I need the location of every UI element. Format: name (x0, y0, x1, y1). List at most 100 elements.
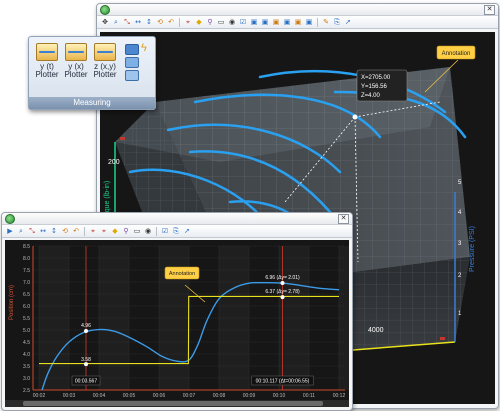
table-icon[interactable] (125, 44, 139, 55)
y-tick-label: 6.0 (23, 304, 30, 310)
marker-icon[interactable]: ⌖ (99, 227, 109, 236)
cursor-select-icon[interactable]: ⌖ (183, 18, 193, 27)
cube-front-icon[interactable]: ▣ (249, 18, 259, 27)
x-tick-label: 00:05 (123, 393, 136, 399)
play-icon[interactable]: ▶ (5, 227, 15, 236)
toolbar: ✥ ⌕ ⤡ ↔ ↕ ⟲ ↶ ⌖ ◆ ⚲ ▭ ◉ ☑ ▣ ▣ ▣ ▣ ▣ ▣ ✎ … (97, 16, 498, 29)
checklist-icon[interactable]: ☑ (238, 18, 248, 27)
cube-iso-icon[interactable]: ▣ (304, 18, 314, 27)
toolbar: ▶ ⌕ ⤡ ↔ ↕ ⟲ ↶ ⌖ ⌖ ◆ ⚲ ▭ ◉ ☑ ⎘ ➚ (2, 225, 352, 238)
cursor-1-time-label: 00:03.567 (71, 375, 101, 386)
y-tick-label: 200 (108, 159, 120, 166)
annotation-text: Annotation (442, 51, 471, 57)
annotation-text: Annotation (169, 271, 195, 277)
app-icon (100, 5, 110, 15)
view-icon[interactable]: ▭ (132, 227, 142, 236)
cube-top-icon[interactable]: ▣ (293, 18, 303, 27)
tooltip-z: Z=4.00 (361, 93, 381, 99)
marker-point (84, 328, 89, 333)
annotation-icon[interactable]: ▭ (216, 18, 226, 27)
y-tick-label: 5.0 (23, 328, 30, 334)
pan-icon[interactable]: ⤡ (27, 227, 37, 236)
tooltip-x: X=2705.00 (361, 75, 391, 81)
x-tick-label: 00:09 (243, 393, 256, 399)
copy-icon[interactable]: ⎘ (171, 227, 181, 236)
svg-text:00:10.117 (Δt=00:06.55): 00:10.117 (Δt=00:06.55) (256, 379, 310, 385)
group-label: Measuring (29, 97, 155, 109)
list-icon[interactable] (125, 57, 139, 68)
zoom-x-icon[interactable]: ↔ (38, 227, 48, 236)
x-tick-label: 00:02 (33, 393, 46, 399)
view-icon[interactable]: ◉ (227, 18, 237, 27)
marker-value-label: 3.58 (81, 357, 91, 363)
y-tick-label: 4.0 (23, 352, 30, 358)
x-tick-label: 00:07 (183, 393, 196, 399)
zoom-y-icon[interactable]: ↕ (144, 18, 154, 27)
palette-icon[interactable]: ☑ (160, 227, 170, 236)
undo-icon[interactable]: ↶ (71, 227, 81, 236)
link-icon[interactable]: ◆ (110, 227, 120, 236)
marker-point (280, 280, 285, 285)
zoom-y-icon[interactable]: ↕ (49, 227, 59, 236)
marker-icon[interactable]: ◆ (194, 18, 204, 27)
marker-value-label: 4.96 (81, 323, 91, 329)
pointer-icon[interactable]: ➚ (182, 227, 192, 236)
pan-icon[interactable]: ⤡ (122, 18, 132, 27)
yx-plotter-icon (65, 43, 87, 61)
title-bar: ✕ (2, 213, 352, 225)
undo-icon[interactable]: ↶ (166, 18, 176, 27)
horizontal-scrollbar-thumb[interactable] (23, 401, 323, 406)
marker-value-label: 6.96 (Δy= 2.01) (265, 275, 300, 281)
line-plot-window: ✕ ▶ ⌕ ⤡ ↔ ↕ ⟲ ↶ ⌖ ⌖ ◆ ⚲ ▭ ◉ ☑ ⎘ ➚ 8.5 8.0… (1, 212, 353, 411)
separator (84, 226, 85, 236)
separator (156, 226, 157, 236)
y-tick-label: 2.5 (23, 388, 30, 394)
yx-plotter-button[interactable]: y (x) Plotter (62, 43, 90, 79)
zoom-icon[interactable]: ⌕ (16, 227, 26, 236)
cursor-2-time-label: 00:10.117 (Δt=00:06.55) (251, 375, 314, 386)
title-bar: ✕ (97, 4, 498, 16)
zoom-icon[interactable]: ⌕ (111, 18, 121, 27)
checklist-icon[interactable]: ◉ (143, 227, 153, 236)
button-label: Plotter (93, 70, 117, 79)
cursor-select-icon[interactable]: ⌖ (88, 227, 98, 236)
y-tick-label: 5.5 (23, 316, 30, 322)
annotation-label[interactable]: Annotation (436, 45, 476, 60)
cube-right-icon[interactable]: ▣ (282, 18, 292, 27)
zoom-x-icon[interactable]: ↔ (133, 18, 143, 27)
line-plot-area[interactable]: 8.5 8.0 7.5 7.0 6.5 6.0 5.5 5.0 4.5 4.0 3.5 3.0 2.5 … (5, 240, 352, 407)
cursor-icon[interactable]: ✥ (100, 18, 110, 27)
y-tick-label: 8.0 (23, 256, 30, 262)
zxy-plotter-icon (94, 43, 116, 61)
annotation-icon[interactable]: ⚲ (121, 227, 131, 236)
cube-back-icon[interactable]: ▣ (260, 18, 270, 27)
y-tick-label: 7.0 (23, 280, 30, 286)
link-icon[interactable]: ⚲ (205, 18, 215, 27)
separator (317, 17, 318, 27)
x-tick-label: 4000 (368, 327, 384, 334)
link-icon[interactable] (125, 70, 139, 81)
close-button[interactable]: ✕ (338, 214, 349, 224)
reset-icon[interactable]: ⟲ (155, 18, 165, 27)
cursor-point (352, 114, 358, 120)
coordinate-tooltip: X=2705.00 Y=156.56 Z=4.00 (356, 69, 408, 102)
palette-icon[interactable]: ✎ (321, 18, 331, 27)
x-tick-label: 00:03 (63, 393, 76, 399)
copy-icon[interactable]: ⎘ (332, 18, 342, 27)
yt-plotter-icon (36, 43, 58, 61)
lightning-icon[interactable]: ϟ (141, 43, 153, 54)
close-button[interactable]: ✕ (484, 5, 495, 15)
annotation-label[interactable]: Annotation (164, 266, 200, 280)
x-tick-label: 00:04 (93, 393, 106, 399)
pointer-icon[interactable]: ➚ (343, 18, 353, 27)
cube-left-icon[interactable]: ▣ (271, 18, 281, 27)
yt-plotter-button[interactable]: y (t) Plotter (33, 43, 61, 79)
y-tick-label: 3.5 (23, 364, 30, 370)
x-tick-label: 00:12 (333, 393, 346, 399)
svg-text:00:03.567: 00:03.567 (75, 379, 97, 385)
y-axis-title: Position (cm) (9, 285, 15, 320)
y-tick-label: 6.5 (23, 292, 30, 298)
zxy-plotter-button[interactable]: z (x,y) Plotter (91, 43, 119, 79)
reset-icon[interactable]: ⟲ (60, 227, 70, 236)
button-label: Plotter (64, 70, 88, 79)
